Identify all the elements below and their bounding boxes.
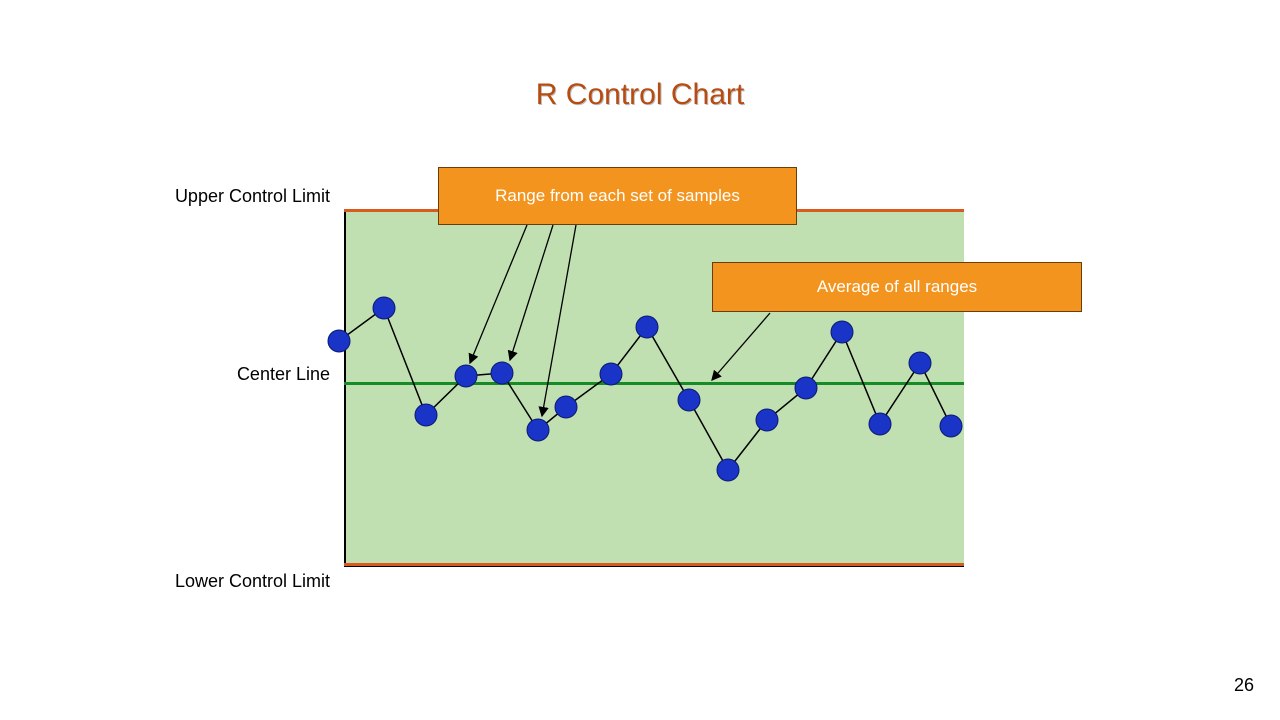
page-number: 26: [1234, 675, 1254, 696]
slide: R Control Chart Upper Control Limit Cent…: [0, 0, 1280, 720]
center-line: [344, 382, 964, 385]
callout-range: Range from each set of samples: [438, 167, 797, 225]
ucl-label: Upper Control Limit: [150, 186, 330, 207]
lcl-line: [344, 563, 964, 566]
lcl-label: Lower Control Limit: [150, 571, 330, 592]
center-line-label: Center Line: [150, 364, 330, 385]
chart-title: R Control Chart: [0, 78, 1280, 112]
callout-average: Average of all ranges: [712, 262, 1082, 312]
